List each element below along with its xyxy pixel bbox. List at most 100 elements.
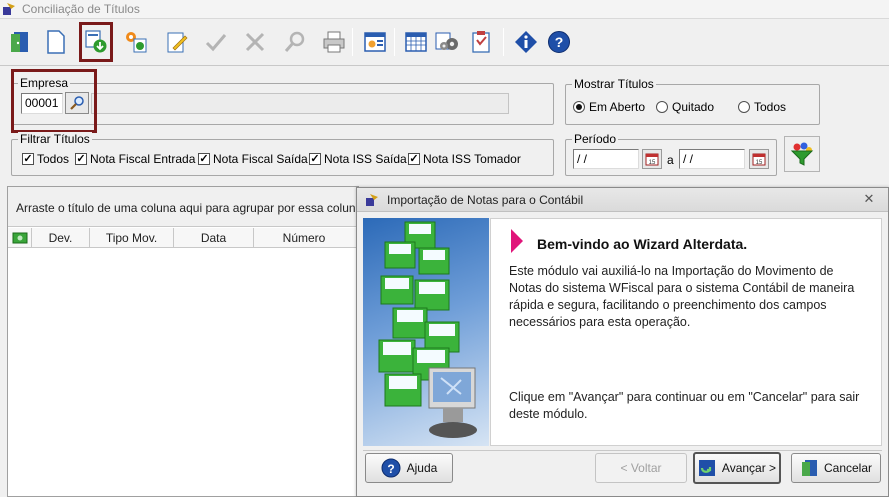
- check-nota-fiscal-saida[interactable]: ✓ Nota Fiscal Saída: [198, 152, 308, 166]
- check-nota-iss-tomador[interactable]: ✓ Nota ISS Tomador: [408, 152, 521, 166]
- checkbox-checked: ✓: [408, 153, 420, 165]
- report-button[interactable]: [359, 24, 391, 60]
- mostrar-titulos-label: Mostrar Títulos: [572, 77, 656, 91]
- radio-todos[interactable]: Todos: [738, 100, 786, 114]
- wizard-content-panel: Bem-vindo ao Wizard Alterdata. Este módu…: [490, 218, 882, 446]
- grid-options-column[interactable]: [8, 228, 32, 248]
- dialog-titlebar: Importação de Notas para o Contábil ✕: [357, 188, 888, 212]
- import-notes-button[interactable]: [79, 22, 113, 62]
- empresa-name-display: [91, 93, 509, 114]
- wizard-instructions: Clique em "Avançar" para continuar ou em…: [509, 390, 860, 421]
- empresa-highlight-box: [11, 69, 97, 133]
- checkbox-checked: ✓: [22, 153, 34, 165]
- exit-button[interactable]: [4, 24, 36, 60]
- svg-text:15: 15: [649, 160, 656, 166]
- periodo-from-input[interactable]: / /: [573, 149, 639, 169]
- dialog-separator: [363, 450, 882, 451]
- new-document-icon: [47, 30, 65, 54]
- checkbox-label: Nota Fiscal Entrada: [90, 152, 196, 166]
- check-todos[interactable]: ✓ Todos: [22, 152, 69, 166]
- check-icon: [205, 34, 227, 52]
- cancel-button[interactable]: Cancelar: [791, 453, 881, 483]
- clipboard-button[interactable]: [465, 24, 497, 60]
- column-header-dev[interactable]: Dev.: [32, 228, 90, 248]
- wizard-description: Este módulo vai auxiliá-lo na Importação…: [509, 264, 855, 329]
- confirm-button[interactable]: [200, 24, 232, 60]
- checkbox-checked: ✓: [75, 153, 87, 165]
- cancel-action-button[interactable]: [239, 24, 271, 60]
- settings-button[interactable]: [432, 24, 464, 60]
- periodo-to-calendar-button[interactable]: 15: [749, 149, 769, 169]
- dialog-title: Importação de Notas para o Contábil: [387, 193, 584, 207]
- edit-document-icon: [167, 32, 188, 53]
- check-nota-fiscal-entrada[interactable]: ✓ Nota Fiscal Entrada: [75, 152, 195, 166]
- cancel-button-label: Cancelar: [823, 461, 873, 475]
- toolbar: ?: [0, 20, 889, 66]
- info-icon: [515, 31, 537, 53]
- column-header-tipo-mov[interactable]: Tipo Mov.: [90, 228, 174, 248]
- radio-dot: [656, 101, 668, 113]
- print-button[interactable]: [318, 24, 350, 60]
- clipboard-icon: [472, 31, 490, 53]
- window-title: Conciliação de Títulos: [22, 2, 140, 16]
- column-header-data[interactable]: Data: [174, 228, 254, 248]
- calendar-icon: 15: [752, 153, 766, 166]
- toolbar-separator: [503, 28, 504, 56]
- radio-dot: [573, 101, 585, 113]
- edit-button[interactable]: [161, 24, 193, 60]
- titles-grid: Arraste o título de uma coluna aqui para…: [7, 186, 359, 497]
- new-button[interactable]: [40, 24, 72, 60]
- next-button[interactable]: Avançar >: [693, 452, 781, 484]
- radio-label: Quitado: [672, 100, 715, 114]
- help-button[interactable]: ?: [543, 24, 575, 60]
- calendar-button[interactable]: [400, 24, 432, 60]
- search-button[interactable]: [279, 24, 311, 60]
- svg-text:?: ?: [387, 462, 394, 476]
- report-window-icon: [364, 32, 386, 52]
- radio-em-aberto[interactable]: Em Aberto: [573, 100, 645, 114]
- wizard-heading: Bem-vindo ao Wizard Alterdata.: [537, 236, 748, 252]
- checkbox-checked: ✓: [309, 153, 321, 165]
- import-wizard-dialog: Importação de Notas para o Contábil ✕ Be…: [356, 187, 889, 497]
- periodo-from-calendar-button[interactable]: 15: [642, 149, 662, 169]
- welcome-marker-icon: [511, 229, 523, 253]
- column-header-numero[interactable]: Número: [254, 228, 354, 248]
- radio-quitado[interactable]: Quitado: [656, 100, 714, 114]
- money-icon: [12, 232, 27, 244]
- floppy-disks-illustration: [378, 221, 477, 438]
- app-icon: [3, 3, 15, 15]
- calendar-grid-icon: [405, 32, 427, 52]
- cancel-exit-icon: [801, 460, 817, 476]
- help-icon: ?: [548, 31, 570, 53]
- group-by-hint[interactable]: Arraste o título de uma coluna aqui para…: [8, 187, 358, 227]
- checkbox-label: Todos: [37, 152, 70, 166]
- filtrar-titulos-label: Filtrar Títulos: [18, 132, 92, 146]
- radio-dot: [738, 101, 750, 113]
- cancel-x-icon: [245, 32, 265, 52]
- checkbox-checked: ✓: [198, 153, 210, 165]
- wizard-illustration: [363, 218, 489, 446]
- checkbox-label: Nota ISS Tomador: [423, 152, 521, 166]
- checkbox-label: Nota Fiscal Saída: [213, 152, 308, 166]
- grid-header: Dev. Tipo Mov. Data Número: [8, 228, 358, 248]
- next-button-label: Avançar >: [721, 461, 777, 475]
- next-arrow-icon: [698, 460, 715, 476]
- settings-gears-icon: [435, 32, 458, 50]
- exit-door-icon: [11, 32, 28, 52]
- periodo-label: Período: [572, 132, 619, 146]
- check-nota-iss-saida[interactable]: ✓ Nota ISS Saída: [309, 152, 407, 166]
- dialog-app-icon: [366, 194, 378, 206]
- apply-filter-button[interactable]: [784, 136, 820, 172]
- help-wizard-button[interactable]: ? Ajuda: [365, 453, 453, 483]
- window-titlebar: Conciliação de Títulos: [0, 0, 889, 19]
- svg-text:?: ?: [555, 34, 564, 50]
- auto-process-button[interactable]: [120, 24, 152, 60]
- svg-text:15: 15: [756, 160, 763, 166]
- dialog-close-button[interactable]: ✕: [860, 191, 878, 209]
- periodo-to-input[interactable]: / /: [679, 149, 745, 169]
- info-button[interactable]: [510, 24, 542, 60]
- auto-process-icon: [126, 32, 147, 53]
- search-magnifier-icon: [284, 31, 305, 52]
- back-button[interactable]: < Voltar: [595, 453, 687, 483]
- close-icon: ✕: [863, 191, 875, 206]
